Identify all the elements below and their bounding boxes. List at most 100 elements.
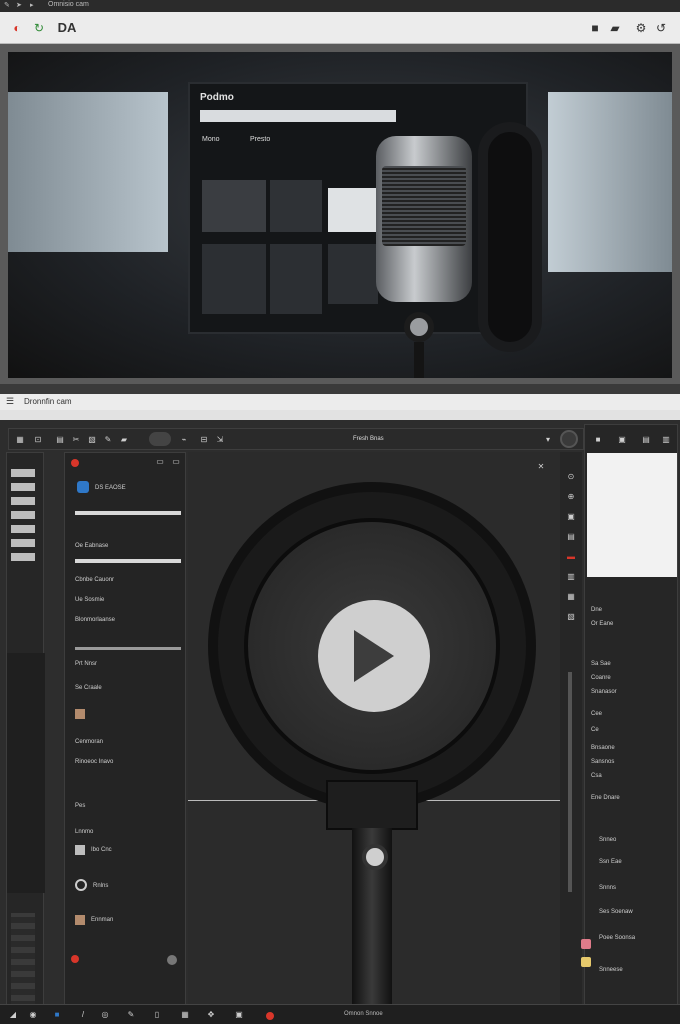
right-item-15[interactable]: Poee Soonsa — [599, 935, 635, 941]
right-tool-icon[interactable]: ▣ — [566, 512, 576, 522]
right-tool-icon[interactable]: ▤ — [566, 532, 576, 542]
right-item-5[interactable]: Cee — [591, 711, 602, 717]
left-item-1[interactable]: Cbnbe Cauonr — [75, 577, 114, 583]
left-item-7[interactable]: Rinoeoc Inavo — [75, 759, 113, 765]
thumb-icon[interactable] — [75, 845, 85, 855]
right-item-7[interactable]: Bnsaone — [591, 745, 615, 751]
right-item-1[interactable]: Or Eane — [591, 621, 613, 627]
reload-icon[interactable]: ↺ — [654, 21, 668, 35]
right-item-6[interactable]: Ce — [591, 727, 599, 733]
pin-icon[interactable]: ▸ — [30, 1, 34, 9]
right-item-10[interactable]: Ene Dnare — [591, 795, 620, 801]
tool-crop-icon[interactable]: ⊡ — [33, 435, 43, 445]
right-item-16[interactable]: Snneese — [599, 967, 623, 973]
window-icon[interactable]: ■ — [588, 21, 602, 35]
left-item-9[interactable]: Lnnmo — [75, 829, 93, 835]
panel-knob-icon[interactable] — [167, 955, 177, 965]
right-item-0[interactable]: Dne — [591, 607, 602, 613]
arrow-icon[interactable]: ➤ — [16, 1, 22, 9]
right-tool-icon[interactable]: ⊕ — [566, 492, 576, 502]
right-item-14[interactable]: Ses Soenaw — [599, 909, 633, 915]
panel-close-icon[interactable]: ▭ — [171, 457, 181, 467]
tool-export-icon[interactable]: ⇲ — [215, 435, 225, 445]
tool-link-icon[interactable]: ⌁ — [179, 435, 189, 445]
strip-item[interactable] — [11, 483, 35, 491]
right-tool-icon[interactable]: ⊙ — [566, 472, 576, 482]
strip-item[interactable] — [11, 525, 35, 533]
canvas-pin-icon[interactable]: ✕ — [536, 462, 546, 472]
refresh-icon[interactable]: ↻ — [32, 21, 46, 35]
strip-item[interactable] — [11, 469, 35, 477]
right-item-13[interactable]: Snnns — [599, 885, 616, 891]
settings-dial[interactable] — [560, 430, 578, 448]
left-item-6[interactable]: Cenmoran — [75, 739, 103, 745]
radio-icon[interactable] — [75, 879, 87, 891]
apple-icon[interactable]: ✎ — [4, 1, 10, 9]
strip-item[interactable] — [11, 539, 35, 547]
strip-item[interactable] — [11, 511, 35, 519]
chat-icon[interactable]: ▰ — [608, 21, 622, 35]
right-panel-save-icon[interactable]: ■ — [593, 435, 603, 445]
window-menu-icon[interactable]: ☰ — [6, 396, 14, 407]
right-item-4[interactable]: Snanasor — [591, 689, 617, 695]
right-item-2[interactable]: Sa Sae — [591, 661, 611, 667]
left-item-10[interactable]: Ibo Cnc — [91, 847, 112, 853]
left-item-4[interactable]: Prt Nnsr — [75, 661, 97, 667]
right-panel-layers-icon[interactable]: ▤ — [641, 435, 651, 445]
tool-pen-icon[interactable]: ✎ — [103, 435, 113, 445]
left-item-8[interactable]: Pes — [75, 803, 85, 809]
tool-layer-icon[interactable]: ▧ — [87, 435, 97, 445]
tool-select-icon[interactable]: ▦ — [15, 435, 25, 445]
right-item-3[interactable]: Coanre — [591, 675, 611, 681]
canvas-area: ✕ — [188, 452, 560, 1012]
bottom-image-icon[interactable]: ▣ — [234, 1010, 244, 1020]
bottom-brush-icon[interactable]: ✎ — [126, 1010, 136, 1020]
record-icon[interactable]: ◐ — [10, 21, 24, 35]
panel-record-dot-bottom[interactable] — [71, 955, 79, 963]
play-button[interactable] — [318, 600, 430, 712]
right-scrollbar[interactable] — [568, 672, 572, 892]
dropdown-icon[interactable]: ▾ — [543, 435, 553, 445]
strip-item[interactable] — [11, 553, 35, 561]
screen-title: Podmo — [200, 92, 234, 103]
bottom-square-icon[interactable]: ■ — [52, 1010, 62, 1020]
toggle-switch[interactable] — [149, 432, 171, 446]
panel-minimize-icon[interactable]: ▭ — [155, 457, 165, 467]
right-item-11[interactable]: Snneo — [599, 837, 616, 843]
right-item-12[interactable]: Ssn Eae — [599, 859, 622, 865]
bottom-target-icon[interactable]: ◎ — [100, 1010, 110, 1020]
tool-frame-icon[interactable]: ⊟ — [199, 435, 209, 445]
bottom-page-icon[interactable]: ▯ — [152, 1010, 162, 1020]
left-item-3[interactable]: Blonmorlaanse — [75, 617, 115, 623]
right-tool-icon[interactable]: ▧ — [566, 612, 576, 622]
left-item-11[interactable]: Rnlns — [93, 883, 108, 889]
left-item-0[interactable]: Oe Eabnase — [75, 543, 108, 549]
left-item-2[interactable]: Ue Sosmie — [75, 597, 104, 603]
bottom-move-icon[interactable]: ✥ — [206, 1010, 216, 1020]
left-item-5[interactable]: Se Craale — [75, 685, 102, 691]
thumb-icon[interactable] — [75, 915, 85, 925]
tool-grid-icon[interactable]: ▤ — [55, 435, 65, 445]
panel-header: DS EAOSE — [95, 485, 126, 491]
strip-item[interactable] — [11, 497, 35, 505]
bottom-slash-icon[interactable]: / — [78, 1010, 88, 1020]
bottom-record-icon[interactable] — [266, 1012, 274, 1020]
bottom-grid-icon[interactable]: ▦ — [180, 1010, 190, 1020]
right-panel-grid-icon[interactable]: ▥ — [661, 435, 671, 445]
panel-record-dot[interactable] — [71, 459, 79, 467]
tool-cut-icon[interactable]: ✂ — [71, 435, 81, 445]
stand-knob[interactable] — [362, 844, 388, 870]
bottom-cursor-icon[interactable]: ◢ — [8, 1010, 18, 1020]
right-item-8[interactable]: Sansnos — [591, 759, 614, 765]
tool-brush-icon[interactable]: ▰ — [119, 435, 129, 445]
right-tool-icon[interactable]: ▦ — [566, 592, 576, 602]
left-item-12[interactable]: Ennman — [91, 917, 113, 923]
right-item-9[interactable]: Csa — [591, 773, 602, 779]
thumb-icon[interactable] — [75, 709, 85, 719]
bottom-disc-icon[interactable]: ◉ — [28, 1010, 38, 1020]
screen-card — [202, 244, 266, 314]
right-tool-icon[interactable]: ▥ — [566, 572, 576, 582]
right-panel-image-icon[interactable]: ▣ — [617, 435, 627, 445]
right-tool-icon[interactable]: ▬ — [566, 552, 576, 562]
gear-icon[interactable]: ⚙ — [634, 21, 648, 35]
